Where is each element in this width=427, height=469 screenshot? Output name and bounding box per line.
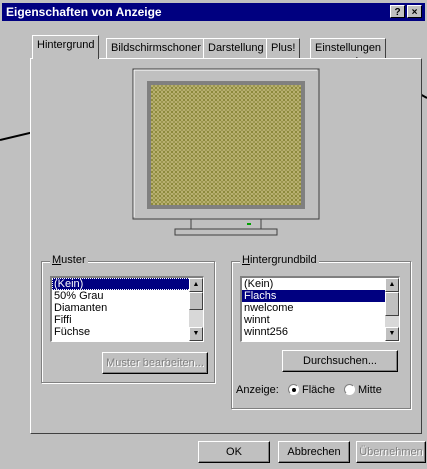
muster-group: Muster (Kein) 50% Grau Diamanten Fiffi F… (41, 254, 215, 383)
hintergrundbild-scrollbar[interactable]: ▲ ▼ (385, 278, 399, 341)
scroll-down-icon[interactable]: ▼ (385, 327, 399, 341)
muster-label: Muster (50, 254, 88, 266)
close-button[interactable]: × (407, 5, 422, 18)
scroll-down-icon[interactable]: ▼ (189, 327, 203, 341)
hintergrundbild-label-text: intergrundbild (249, 254, 317, 266)
anzeige-label: Anzeige: (236, 384, 279, 396)
ok-button[interactable]: OK (198, 441, 270, 463)
tab-darstellung[interactable]: Darstellung (203, 38, 269, 58)
durchsuchen-button[interactable]: Durchsuchen... (282, 350, 398, 372)
tab-hintergrund[interactable]: Hintergrund (32, 35, 100, 59)
scroll-up-icon[interactable]: ▲ (189, 278, 203, 292)
mitte-radio[interactable] (344, 384, 355, 395)
list-item[interactable]: winnt256 (242, 326, 399, 338)
help-button[interactable]: ? (390, 5, 405, 18)
radio-dot-icon (292, 388, 296, 392)
window-title: Eigenschaften von Anzeige (6, 5, 162, 19)
flaeche-radio[interactable] (288, 384, 299, 395)
tab-panel-hintergrund: Muster (Kein) 50% Grau Diamanten Fiffi F… (30, 58, 422, 434)
abbrechen-label: Abbrechen (287, 446, 341, 458)
list-item[interactable]: Fiffi (52, 314, 203, 326)
tab-bildschirmschoner[interactable]: Bildschirmschoner (106, 38, 206, 58)
scroll-up-icon[interactable]: ▲ (385, 278, 399, 292)
list-item[interactable]: (Kein) (52, 278, 203, 290)
display-properties-dialog: Eigenschaften von Anzeige ? × Hintergrun… (0, 0, 427, 469)
muster-scrollbar[interactable]: ▲ ▼ (189, 278, 203, 341)
scroll-thumb[interactable] (189, 292, 203, 310)
hintergrundbild-listbox[interactable]: (Kein) Flachs nwelcome winnt winnt256 ▲ … (240, 276, 400, 342)
uebernehmen-label: Übernehmen (359, 446, 423, 458)
scroll-thumb[interactable] (385, 292, 399, 316)
muster-bearbeiten-button[interactable]: Muster bearbeiten... (102, 352, 208, 374)
muster-bearbeiten-label: Muster bearbeiten... (106, 357, 204, 369)
flaeche-label[interactable]: Fläche (302, 384, 335, 396)
durchsuchen-label: Durchsuchen... (303, 355, 377, 367)
list-item[interactable]: Diamanten (52, 302, 203, 314)
tab-einstellungen[interactable]: Einstellungen (310, 38, 387, 58)
title-bar[interactable]: Eigenschaften von Anzeige ? × (2, 3, 425, 21)
uebernehmen-button[interactable]: Übernehmen (356, 441, 426, 463)
abbrechen-button[interactable]: Abbrechen (278, 441, 350, 463)
mitte-label[interactable]: Mitte (358, 384, 382, 396)
list-item[interactable]: Füchse (52, 326, 203, 338)
list-item[interactable]: Flachs (242, 290, 399, 302)
monitor-preview-icon (132, 68, 320, 236)
list-item[interactable]: 50% Grau (52, 290, 203, 302)
tab-plus[interactable]: Plus! (266, 38, 301, 58)
hintergrundbild-label: Hintergrundbild (240, 254, 319, 266)
list-item[interactable]: winnt (242, 314, 399, 326)
ok-label: OK (226, 446, 242, 458)
muster-label-text: uster (61, 254, 86, 266)
list-item[interactable]: nwelcome (242, 302, 399, 314)
hintergrundbild-group: Hintergrundbild (Kein) Flachs nwelcome w… (231, 254, 411, 409)
list-item[interactable]: (Kein) (242, 278, 399, 290)
muster-listbox[interactable]: (Kein) 50% Grau Diamanten Fiffi Füchse ▲… (50, 276, 204, 342)
